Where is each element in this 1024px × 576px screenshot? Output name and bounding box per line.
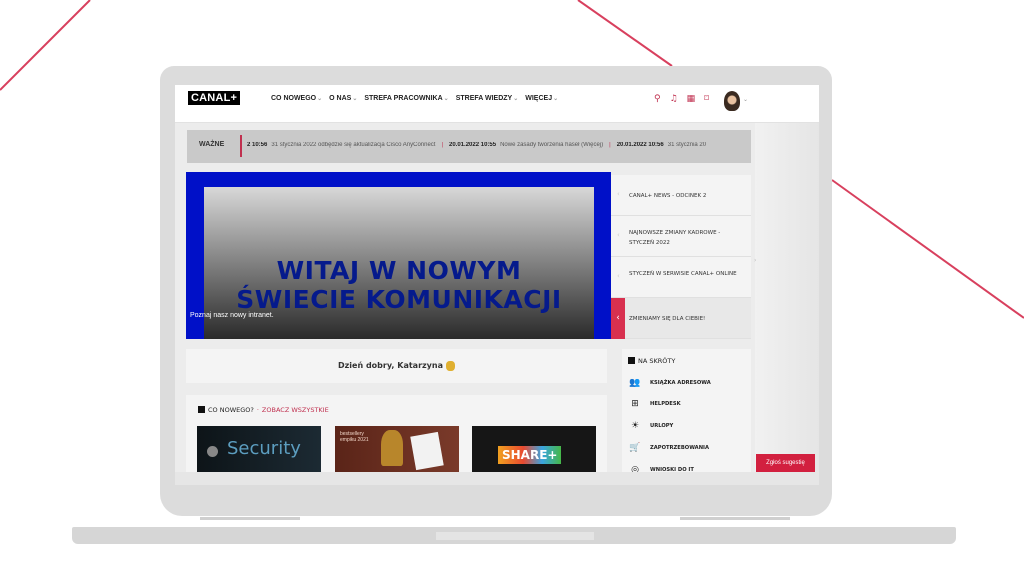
- chevron-down-icon: ⌄: [553, 96, 559, 102]
- decorative-line-top: [577, 0, 673, 67]
- slider-item[interactable]: ‹ STYCZEŃ W SERWISIE CANAL+ ONLINE: [611, 257, 751, 298]
- apps-grid-icon[interactable]: ▦: [687, 94, 696, 104]
- paper-sheet-icon: [410, 431, 444, 471]
- intranet-screen: CANAL+ CO NOWEGO⌄ O NAS⌄ STREFA PRACOWNI…: [175, 85, 819, 485]
- ticker-item[interactable]: 20.01.2022 10:55 Nowe zasady tworzenia ha…: [449, 142, 603, 148]
- hero-caption: Poznaj nasz nowy intranet.: [190, 312, 274, 319]
- hero-slider-list: ‹ CANAL+ NEWS - ODCINEK 2 ‹ NAJNOWSZE ZM…: [611, 175, 751, 339]
- chevron-right-icon[interactable]: ›: [754, 257, 756, 264]
- nav-item-co-nowego[interactable]: CO NOWEGO⌄: [271, 95, 322, 102]
- ticker-item[interactable]: 20.01.2022 10:56 31 stycznia 20: [617, 142, 706, 148]
- hero-title: WITAJ W NOWYM ŚWIECIE KOMUNIKACJI: [236, 256, 562, 314]
- ticker-content: 2 10:56 31 stycznia 2022 odbędzie się akt…: [247, 142, 747, 148]
- section-square-icon: [198, 406, 205, 413]
- chevron-left-icon: ‹: [617, 272, 620, 280]
- laptop-notch: [436, 532, 594, 540]
- nav-item-wiecej[interactable]: WIĘCEJ⌄: [525, 95, 558, 102]
- chevron-left-icon: ‹: [617, 231, 620, 239]
- shortcuts-panel: NA SKRÓTY 👥 KSIĄŻKA ADRESOWA ⊞ HELPDESK …: [622, 349, 751, 485]
- canal-plus-logo[interactable]: CANAL+: [188, 91, 241, 105]
- ticker-separator: |: [609, 142, 611, 148]
- shortcut-address-book[interactable]: 👥 KSIĄŻKA ADRESOWA: [628, 376, 748, 392]
- chevron-down-icon: ⌄: [317, 96, 323, 102]
- user-avatar[interactable]: [724, 91, 740, 111]
- see-all-link[interactable]: ZOBACZ WSZYSTKIE: [262, 406, 329, 414]
- laptop-hinge-right: [680, 517, 790, 520]
- waving-hand-icon: [446, 360, 455, 371]
- scene: CANAL+ CO NOWEGO⌄ O NAS⌄ STREFA PRACOWNI…: [0, 0, 1024, 576]
- trophy-figure-icon: [381, 430, 403, 466]
- top-navigation-bar: CANAL+ CO NOWEGO⌄ O NAS⌄ STREFA PRACOWNI…: [175, 85, 819, 123]
- ticker-item[interactable]: 2 10:56 31 stycznia 2022 odbędzie się akt…: [247, 142, 435, 148]
- shortcut-leave[interactable]: ☀ URLOPY: [628, 419, 748, 435]
- ticker-divider: [240, 135, 242, 157]
- greeting-card: Dzień dobry, Katarzyna: [186, 349, 607, 383]
- page-right-gutter: [755, 123, 819, 473]
- laptop-hinge-left: [200, 517, 300, 520]
- chevron-down-icon: ⌄: [513, 96, 519, 102]
- greeting-text: Dzień dobry, Katarzyna: [338, 361, 443, 370]
- shortcut-helpdesk[interactable]: ⊞ HELPDESK: [628, 397, 748, 413]
- main-nav: CO NOWEGO⌄ O NAS⌄ STREFA PRACOWNIKA⌄ STR…: [271, 95, 558, 102]
- chevron-down-icon: ⌄: [443, 96, 449, 102]
- news-thumbnail[interactable]: SHARE+: [472, 426, 596, 472]
- page-bottom-edge: [175, 472, 819, 485]
- news-thumbnail[interactable]: Security: [197, 426, 321, 472]
- contacts-icon: 👥: [629, 378, 641, 388]
- chevron-left-icon: ‹: [617, 190, 620, 198]
- sun-icon: ☀: [630, 421, 640, 431]
- slider-item-active[interactable]: ‹ ZMIENIAMY SIĘ DLA CIEBIE!: [611, 298, 751, 339]
- slider-item[interactable]: ‹ CANAL+ NEWS - ODCINEK 2: [611, 175, 751, 216]
- nav-item-strefa-pracownika[interactable]: STREFA PRACOWNIKA⌄: [364, 95, 448, 102]
- news-thumbnail[interactable]: bestsellery empiku 2021: [335, 426, 459, 472]
- chevron-left-icon: ‹: [611, 298, 625, 339]
- header-actions: ⚲ ♫ ▦ ⌑: [654, 94, 709, 104]
- slider-item[interactable]: ‹ NAJNOWSZE ZMIANY KADROWE - STYCZEŃ 202…: [611, 216, 751, 257]
- section-square-icon: [628, 357, 635, 364]
- monitor-plus-icon: ⊞: [631, 399, 639, 409]
- nav-item-o-nas[interactable]: O NAS⌄: [329, 95, 357, 102]
- decorative-line-left: [0, 0, 91, 91]
- cart-icon: 🛒: [629, 443, 641, 453]
- nav-item-strefa-wiedzy[interactable]: STREFA WIEDZY⌄: [456, 95, 519, 102]
- whats-new-header: CO NOWEGO? · ZOBACZ WSZYSTKIE: [198, 406, 329, 414]
- search-icon[interactable]: ⚲: [654, 94, 661, 104]
- ticker-separator: |: [441, 142, 444, 148]
- bookmark-icon[interactable]: ⌑: [704, 94, 709, 104]
- bell-icon[interactable]: ♫: [670, 94, 678, 104]
- important-news-ticker: WAŻNE 2 10:56 31 stycznia 2022 odbędzie s…: [187, 130, 751, 163]
- shortcuts-header: NA SKRÓTY: [628, 357, 675, 365]
- chevron-down-icon[interactable]: ⌄: [743, 96, 748, 103]
- decorative-line-right: [831, 179, 1024, 319]
- important-label: WAŻNE: [199, 141, 225, 148]
- chevron-down-icon: ⌄: [352, 96, 358, 102]
- security-badge-icon: [207, 446, 218, 457]
- shortcut-requisitions[interactable]: 🛒 ZAPOTRZEBOWANIA: [628, 441, 748, 457]
- submit-suggestion-button[interactable]: Zgłoś sugestię: [756, 454, 815, 472]
